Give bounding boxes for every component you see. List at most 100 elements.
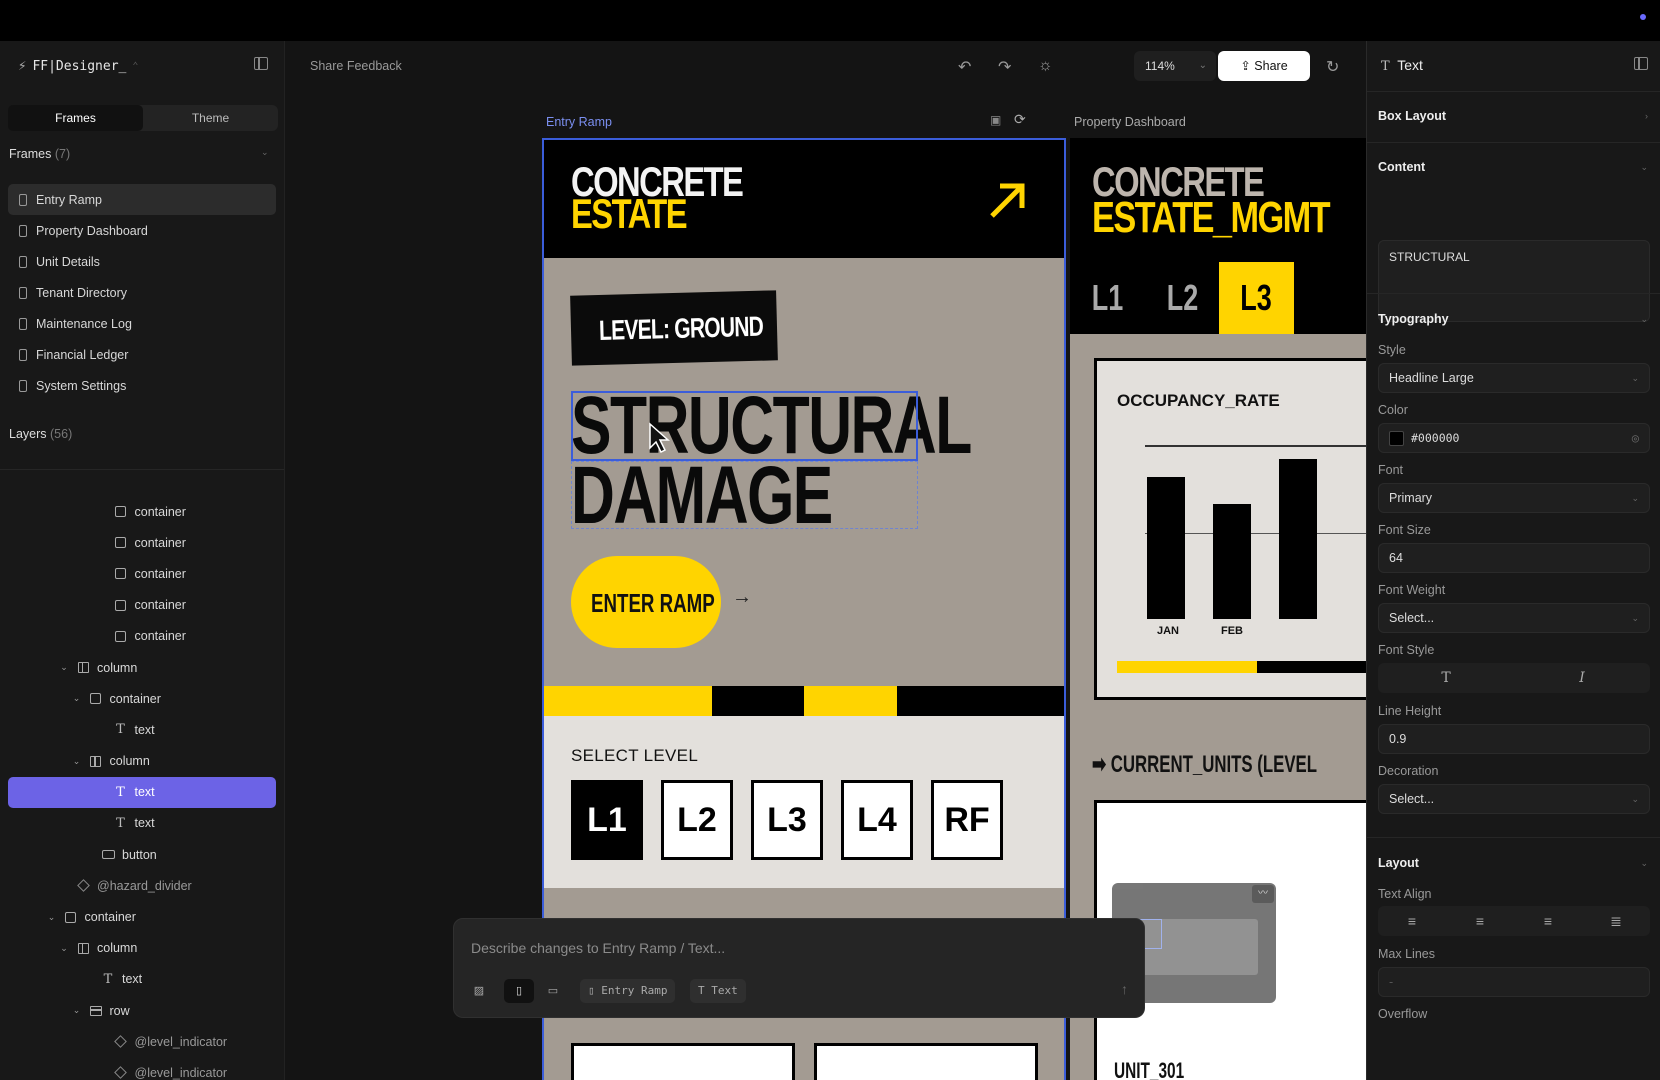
layer-label: column xyxy=(97,941,138,956)
share-button[interactable]: ⇪ Share xyxy=(1218,51,1310,81)
brand[interactable]: ⚡ FF|Designer_ ⌃ xyxy=(18,58,138,74)
left-panel: ⚡ FF|Designer_ ⌃ Frames Theme Frames (7)… xyxy=(0,41,285,1080)
layer-item[interactable]: container xyxy=(8,527,276,558)
frame-item[interactable]: Maintenance Log xyxy=(8,308,276,339)
frame-label-entry-ramp[interactable]: Entry Ramp xyxy=(546,115,612,129)
frame-label-property-dashboard[interactable]: Property Dashboard xyxy=(1074,115,1186,129)
phone-icon: ▯ xyxy=(588,984,602,997)
line-height-input[interactable]: 0.9 xyxy=(1378,724,1650,754)
tab-l2[interactable]: L2 xyxy=(1154,262,1210,334)
prompt-input[interactable]: Describe changes to Entry Ramp / Text... xyxy=(471,940,725,956)
chevron-down-icon[interactable]: ⌄ xyxy=(1640,858,1648,869)
top-toolbar: Share Feedback ↶ ↷ ☼ 114% ⌄ ⇪ Share ↻ xyxy=(286,41,1366,91)
arrow-up-right-icon[interactable] xyxy=(986,180,1028,222)
refresh-icon[interactable]: ⟳ xyxy=(1014,111,1026,128)
chevron-down-icon[interactable]: ⌄ xyxy=(58,943,70,954)
max-lines-input[interactable]: - xyxy=(1378,967,1650,997)
layer-item[interactable]: ⌄ column xyxy=(8,652,276,683)
font-weight-label: Font Weight xyxy=(1378,583,1446,597)
chevron-down-icon[interactable]: ⌄ xyxy=(71,1005,83,1016)
tab-l1[interactable]: L1 xyxy=(1079,262,1135,334)
layer-item[interactable]: container xyxy=(8,621,276,652)
frames-header[interactable]: Frames (7) ⌄ xyxy=(9,147,269,161)
chevron-down-icon[interactable]: ⌄ xyxy=(58,662,70,673)
font-weight-select[interactable]: Select... ⌄ xyxy=(1378,603,1650,633)
layer-item[interactable]: Ttext xyxy=(8,808,276,839)
panel-toggle-icon[interactable] xyxy=(1634,57,1648,70)
decoration-select[interactable]: Select... ⌄ xyxy=(1378,784,1650,814)
chevron-down-icon: ⌄ xyxy=(1198,60,1207,71)
zoom-select[interactable]: 114% ⌄ xyxy=(1134,51,1216,81)
level-button-l2[interactable]: L2 xyxy=(661,780,733,860)
layer-item[interactable]: @level_indicator xyxy=(8,1057,276,1080)
frame-item[interactable]: System Settings xyxy=(8,370,276,401)
layer-item[interactable]: container xyxy=(8,496,276,527)
redo-icon[interactable]: ↷ xyxy=(998,57,1011,77)
layer-item[interactable]: Ttext xyxy=(8,776,276,808)
align-justify-icon[interactable]: ≣ xyxy=(1582,906,1650,936)
layer-item[interactable]: @hazard_divider xyxy=(8,870,276,901)
chevron-down-icon[interactable]: ⌄ xyxy=(1640,314,1648,325)
level-tabs: L1 L2 L3 xyxy=(1070,262,1366,334)
style-select[interactable]: Headline Large ⌄ xyxy=(1378,363,1650,393)
tab-frames[interactable]: Frames xyxy=(8,105,143,131)
target-icon[interactable]: ◎ xyxy=(1632,424,1639,452)
frame-item[interactable]: Unit Details xyxy=(8,246,276,277)
chevron-down-icon[interactable]: ⌄ xyxy=(46,912,58,923)
normal-style-icon[interactable]: T xyxy=(1378,663,1514,693)
color-swatch[interactable] xyxy=(1389,431,1404,446)
panel-tabs: Frames Theme xyxy=(8,105,278,131)
container-icon xyxy=(62,911,80,923)
chevron-down-icon[interactable]: ⌄ xyxy=(71,756,83,767)
layers-header[interactable]: Layers (56) xyxy=(9,427,72,441)
align-right-icon[interactable]: ≡ xyxy=(1514,906,1582,936)
layer-item[interactable]: container xyxy=(8,558,276,589)
italic-icon[interactable]: I xyxy=(1514,663,1650,693)
component-icon xyxy=(112,1066,130,1080)
context-chip-frame[interactable]: ▯ Entry Ramp xyxy=(580,979,676,1003)
level-button-l1[interactable]: L1 xyxy=(571,780,643,860)
layer-item[interactable]: Ttext xyxy=(8,714,276,745)
align-center-icon[interactable]: ≡ xyxy=(1446,906,1514,936)
layer-item[interactable]: ⌄ column xyxy=(8,933,276,964)
layer-item[interactable]: ⌄ container xyxy=(8,901,276,932)
layer-item[interactable]: Ttext xyxy=(8,964,276,995)
font-size-input[interactable]: 64 xyxy=(1378,543,1650,573)
sidebar-toggle-icon[interactable] xyxy=(254,57,268,70)
color-field[interactable]: #000000 ◎ xyxy=(1378,423,1650,453)
chevron-down-icon[interactable]: ⌄ xyxy=(71,693,83,704)
layer-item[interactable]: ⌄ container xyxy=(8,683,276,714)
tab-theme[interactable]: Theme xyxy=(143,105,278,131)
desktop-view-icon[interactable]: ▭ xyxy=(540,979,566,1003)
frame-item[interactable]: Tenant Directory xyxy=(8,277,276,308)
frame-item[interactable]: Financial Ledger xyxy=(8,339,276,370)
layer-item[interactable]: button xyxy=(8,839,276,870)
layer-item[interactable]: ⌄ row xyxy=(8,995,276,1026)
phone-icon xyxy=(19,348,27,361)
chevron-down-icon[interactable]: ⌄ xyxy=(1640,162,1648,173)
level-button-rf[interactable]: RF xyxy=(931,780,1003,860)
level-button-l3[interactable]: L3 xyxy=(751,780,823,860)
share-feedback-link[interactable]: Share Feedback xyxy=(310,59,402,73)
minimize-icon[interactable]: 〰 xyxy=(1252,885,1274,903)
frame-item[interactable]: Entry Ramp xyxy=(8,184,276,215)
font-select[interactable]: Primary ⌄ xyxy=(1378,483,1650,513)
image-icon[interactable]: ▣ xyxy=(990,113,1001,127)
column-icon xyxy=(74,662,92,674)
align-left-icon[interactable]: ≡ xyxy=(1378,906,1446,936)
layer-item[interactable]: ⌄ column xyxy=(8,746,276,777)
image-attach-icon[interactable]: ▨ xyxy=(468,979,490,1003)
tab-l3[interactable]: L3 xyxy=(1219,262,1294,334)
context-chip-layer[interactable]: T Text xyxy=(690,979,746,1003)
undo-icon[interactable]: ↶ xyxy=(958,57,971,77)
enter-ramp-button[interactable]: ENTER RAMP xyxy=(571,556,721,648)
frame-item[interactable]: Property Dashboard xyxy=(8,215,276,246)
theme-sun-icon[interactable]: ☼ xyxy=(1038,57,1053,75)
level-button-l4[interactable]: L4 xyxy=(841,780,913,860)
mobile-view-icon[interactable]: ▯ xyxy=(504,979,534,1003)
send-arrow-icon[interactable]: ↑ xyxy=(1121,981,1128,997)
history-icon[interactable]: ↻ xyxy=(1326,57,1339,77)
box-layout-section[interactable]: Box Layout › xyxy=(1367,91,1660,142)
layer-item[interactable]: @level_indicator xyxy=(8,1026,276,1057)
layer-item[interactable]: container xyxy=(8,590,276,621)
